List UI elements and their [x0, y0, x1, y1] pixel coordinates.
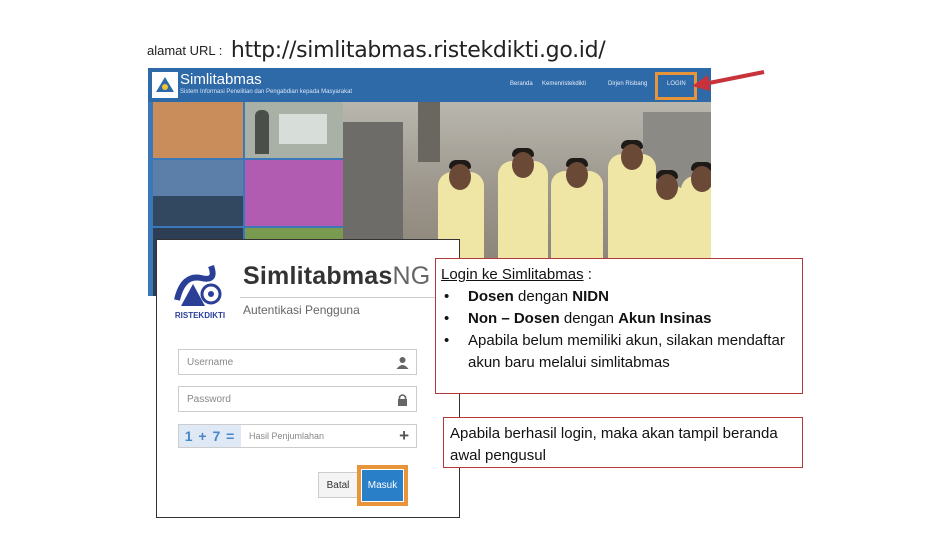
ristekdikti-logo-text: RISTEKDIKTI [175, 311, 225, 320]
captcha-equation: 1 + 7 = [179, 425, 241, 447]
simlitabmas-logo-icon [152, 72, 178, 98]
note-heading-suffix: : [583, 266, 592, 283]
note-item-dosen-mid: dengan [513, 288, 573, 305]
masuk-button[interactable]: Masuk [362, 470, 403, 501]
collage-tile-purple [245, 160, 343, 226]
note-item-non-dosen-credential: Akun Insinas [618, 310, 712, 327]
url-line: alamat URL : http://simlitabmas.ristekdi… [147, 38, 606, 63]
username-input[interactable] [179, 350, 389, 374]
login-brand-main: Simlitabmas [243, 262, 393, 290]
login-success-note: Apabila berhasil login, maka akan tampil… [443, 417, 803, 468]
collage-photo-hall [153, 160, 243, 226]
site-tagline: Sistem Informasi Penelitian dan Pengabdi… [180, 89, 353, 95]
nav-dirjen-risbang[interactable]: Dirjen Risbang [608, 81, 647, 87]
note-heading: Login ke Simlitabmas : [441, 264, 802, 286]
note-item-non-dosen-role: Non – Dosen [468, 310, 560, 327]
password-field[interactable] [178, 386, 417, 412]
red-arrow-icon [692, 70, 765, 91]
username-field[interactable] [178, 349, 417, 375]
site-header: Simlitabmas Sistem Informasi Penelitian … [148, 68, 711, 102]
password-input[interactable] [179, 387, 389, 411]
login-instructions-note: Login ke Simlitabmas : Dosen dengan NIDN… [435, 258, 803, 394]
note-item-dosen-role: Dosen [468, 288, 514, 305]
ristekdikti-logo-icon: RISTEKDIKTI [174, 264, 225, 320]
url-prefix: alamat URL : [147, 43, 223, 58]
batal-button[interactable]: Batal [318, 472, 358, 498]
note-item-non-dosen: Non – Dosen dengan Akun Insinas [441, 308, 802, 330]
note-item-dosen-credential: NIDN [572, 288, 609, 305]
collage-tile-orange [153, 102, 243, 158]
note-heading-text: Login ke Simlitabmas [441, 266, 584, 283]
login-subtitle: Autentikasi Pengguna [243, 303, 360, 317]
login-divider [240, 297, 455, 298]
lock-icon [398, 394, 407, 406]
note-item-register: Apabila belum memiliki akun, silakan men… [441, 330, 802, 374]
login-brand: SimlitabmasNG [243, 262, 430, 291]
nav-beranda[interactable]: Beranda [510, 81, 533, 87]
url-text[interactable]: http://simlitabmas.ristekdikti.go.id/ [231, 38, 606, 63]
collage-photo-lab [245, 102, 343, 158]
note-item-dosen: Dosen dengan NIDN [441, 286, 802, 308]
login-brand-suffix: NG [392, 262, 431, 290]
nav-kemenristekdikti[interactable]: Kemenristekdikti [542, 81, 586, 87]
user-icon [396, 357, 409, 369]
note-list: Dosen dengan NIDN Non – Dosen dengan Aku… [441, 286, 802, 374]
site-brand: Simlitabmas [180, 71, 262, 88]
captcha-input[interactable] [245, 425, 390, 447]
note-item-register-text: Apabila belum memiliki akun, silakan men… [468, 332, 785, 371]
plus-icon: + [399, 426, 409, 445]
note-item-non-dosen-mid: dengan [559, 310, 619, 327]
login-card: RISTEKDIKTI SimlitabmasNG Autentikasi Pe… [156, 239, 460, 518]
captcha-field[interactable]: 1 + 7 = + [178, 424, 417, 448]
